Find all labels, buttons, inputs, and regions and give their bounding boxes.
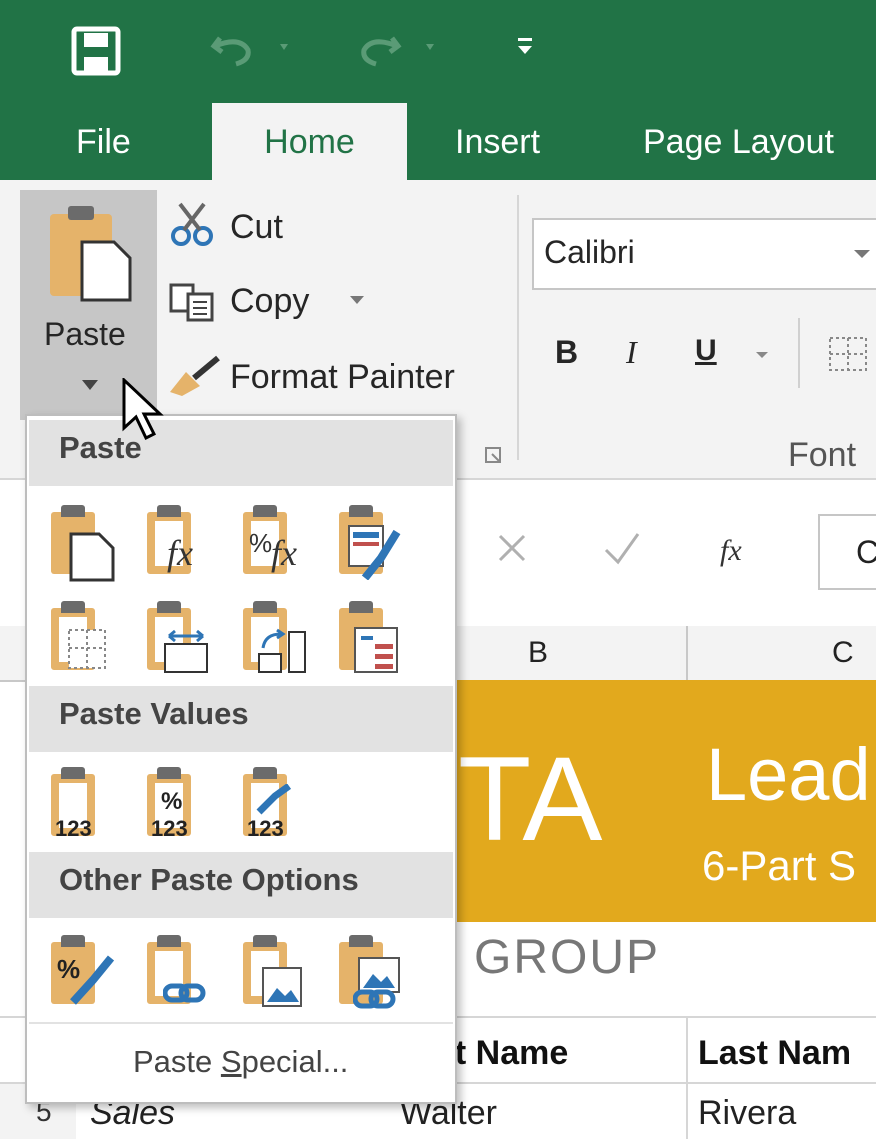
copy-dropdown-icon[interactable] xyxy=(348,294,366,306)
paste-link-icon[interactable] xyxy=(141,932,213,1012)
formatting-icon[interactable]: % xyxy=(45,932,117,1012)
section-paste: Paste xyxy=(29,420,453,486)
font-name-input[interactable]: Calibri xyxy=(532,218,876,290)
header-last-name[interactable]: Last Nam xyxy=(698,1034,851,1073)
cell-c5[interactable]: Rivera xyxy=(698,1094,796,1133)
tab-file[interactable]: File xyxy=(76,123,131,162)
paste-label: Paste xyxy=(44,316,126,352)
cell-divider xyxy=(686,1018,688,1139)
copy-button[interactable]: Copy xyxy=(230,282,309,321)
values-source-formatting-icon[interactable]: 123 xyxy=(237,764,309,844)
font-dropdown-icon[interactable] xyxy=(852,248,872,260)
group-divider xyxy=(517,195,519,460)
no-borders-icon[interactable] xyxy=(45,598,117,678)
picture-icon[interactable] xyxy=(237,932,309,1012)
keep-column-widths-icon[interactable] xyxy=(141,598,213,678)
customize-icon[interactable] xyxy=(514,32,538,62)
underline-button[interactable]: U xyxy=(695,334,717,368)
enter-icon[interactable] xyxy=(600,528,644,568)
keep-source-formatting-list-icon[interactable] xyxy=(333,598,405,678)
paste-icon xyxy=(50,206,132,302)
banner-logo-text: TA xyxy=(458,732,603,866)
borders-icon[interactable] xyxy=(826,334,870,374)
cancel-icon[interactable] xyxy=(492,528,532,568)
font-name-value: Calibri xyxy=(544,234,635,270)
insert-function-button[interactable]: fx xyxy=(720,534,742,568)
paste-icon[interactable] xyxy=(45,502,117,582)
linked-picture-icon[interactable] xyxy=(333,932,405,1012)
formulas-number-formatting-icon[interactable]: % fx xyxy=(237,502,309,582)
paste-special-item[interactable]: Paste Special... xyxy=(29,1024,453,1100)
redo-icon[interactable] xyxy=(350,28,450,68)
ribbon-tabs: File Insert Page Layout xyxy=(0,103,876,180)
paste-options-menu: Paste fx % fx Paste Values 123 % 123 123… xyxy=(25,414,457,1104)
cut-button[interactable]: Cut xyxy=(230,208,283,247)
formulas-icon[interactable]: fx xyxy=(141,502,213,582)
scissors-icon xyxy=(171,202,213,246)
tab-page-layout[interactable]: Page Layout xyxy=(643,123,834,162)
tab-home[interactable]: Home xyxy=(212,103,407,183)
tab-insert[interactable]: Insert xyxy=(455,123,540,162)
transpose-icon[interactable] xyxy=(237,598,309,678)
format-painter-button[interactable]: Format Painter xyxy=(230,358,455,397)
formula-input[interactable]: C xyxy=(818,514,876,590)
section-paste-values: Paste Values xyxy=(29,686,453,752)
banner-subtitle: 6-Part S xyxy=(702,842,857,889)
formula-value: C xyxy=(856,534,876,570)
section-other-paste-options: Other Paste Options xyxy=(29,852,453,918)
undo-icon[interactable] xyxy=(210,28,300,68)
column-header-b[interactable]: B xyxy=(528,636,548,670)
paste-special-label: Paste Special... xyxy=(133,1044,349,1079)
bold-button[interactable]: B xyxy=(555,334,578,371)
divider xyxy=(798,318,800,388)
title-bar xyxy=(0,0,876,103)
column-divider xyxy=(686,626,688,682)
values-number-formatting-icon[interactable]: % 123 xyxy=(141,764,213,844)
format-painter-icon xyxy=(170,355,220,396)
dialog-launcher-icon[interactable] xyxy=(484,446,502,464)
group-label: GROUP xyxy=(474,931,661,984)
font-group-label: Font xyxy=(788,436,857,474)
values-icon[interactable]: 123 xyxy=(45,764,117,844)
keep-source-formatting-icon[interactable] xyxy=(333,502,405,582)
mouse-cursor-icon xyxy=(122,378,164,441)
banner-title: Lead xyxy=(706,733,871,816)
copy-icon xyxy=(169,283,214,322)
underline-dropdown-icon[interactable] xyxy=(754,350,770,360)
chevron-down-icon xyxy=(82,380,98,390)
column-header-c[interactable]: C xyxy=(832,636,854,670)
italic-button[interactable]: I xyxy=(626,334,637,371)
save-icon[interactable] xyxy=(70,25,122,77)
